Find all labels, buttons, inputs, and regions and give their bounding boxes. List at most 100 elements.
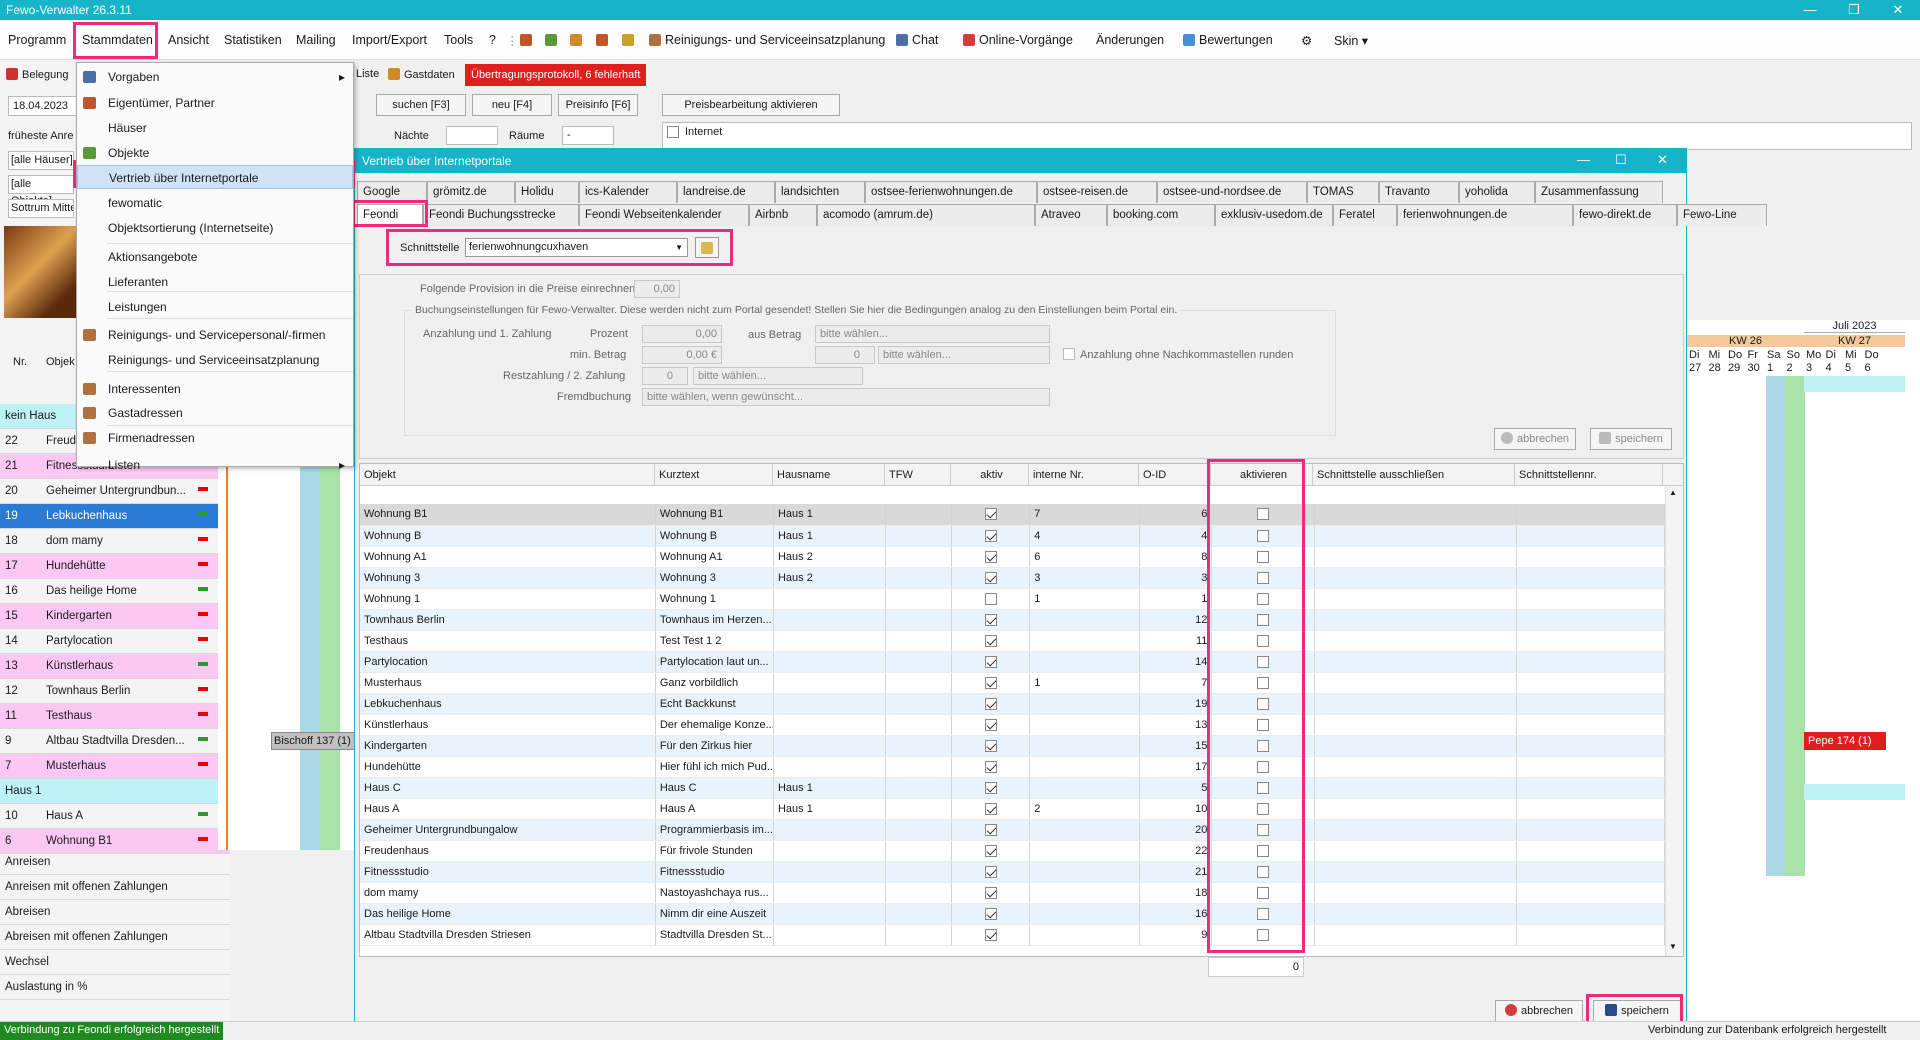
date-field[interactable]: 18.04.2023 (8, 96, 78, 116)
cell-aktiv[interactable] (951, 630, 1031, 652)
menu-item-leistungen[interactable]: Leistungen (77, 295, 353, 319)
tab-feondi-webseitenkalender[interactable]: Feondi Webseitenkalender (579, 204, 749, 226)
object-row[interactable]: 7 Musterhaus (0, 754, 230, 779)
dialog-maximize-icon[interactable]: ☐ (1615, 152, 1627, 168)
menu-item-vorgaben[interactable]: Vorgaben ▸ (77, 65, 353, 89)
menu-help[interactable]: ? (489, 33, 496, 47)
object-row[interactable]: 15 Kindergarten (0, 604, 230, 629)
provision-input[interactable]: 0,00 (634, 280, 680, 298)
objekte-filter[interactable]: [alle Objekte] (8, 175, 74, 207)
grid-row[interactable]: Geheimer Untergrundbungalow Programmierba… (360, 819, 1666, 841)
location-filter[interactable]: Sottrum Mitte (8, 199, 74, 218)
menu-statistiken[interactable]: Statistiken (224, 33, 282, 47)
tab-landreise-de[interactable]: landreise.de (677, 181, 775, 203)
haeuser-filter[interactable]: [alle Häuser] (8, 151, 74, 170)
dialog-close-icon[interactable]: ✕ (1657, 152, 1668, 168)
grid-row[interactable]: Künstlerhaus Der ehemalige Konze... 13 (360, 714, 1666, 736)
menu-tools[interactable]: Tools (444, 33, 473, 47)
cell-aktiv[interactable] (951, 882, 1031, 904)
object-row[interactable]: 17 Hundehütte (0, 554, 230, 579)
cell-aktiv[interactable] (951, 735, 1031, 757)
tab-landsichten[interactable]: landsichten (775, 181, 865, 203)
menu-skin[interactable]: Skin ▾ (1334, 33, 1368, 48)
cell-aktiv[interactable] (951, 546, 1031, 568)
menu-aenderungen[interactable]: Änderungen (1096, 33, 1164, 47)
aktiv-checkbox[interactable] (984, 697, 997, 710)
aktiv-checkbox[interactable] (984, 592, 997, 605)
cell-aktiv[interactable] (951, 504, 1031, 526)
menu-bewertungen[interactable]: Bewertungen (1183, 33, 1273, 47)
tab-exklusiv-usedom-de[interactable]: exklusiv-usedom.de (1215, 204, 1333, 226)
grid-row[interactable]: Haus A Haus A Haus 1 2 10 (360, 798, 1666, 820)
ohne-nk-checkbox[interactable] (1063, 348, 1075, 360)
settings-abbrechen-button[interactable]: abbrechen (1494, 428, 1576, 450)
internet-checkbox[interactable] (667, 126, 679, 138)
menu-item-reinigungs-und-serviceeinsatzplanung[interactable]: Reinigungs- und Serviceeinsatzplanung (77, 348, 353, 372)
tab-tomas[interactable]: TOMAS (1307, 181, 1379, 203)
cell-aktiv[interactable] (951, 777, 1031, 799)
menu-item-objektsortierung-internetseite-[interactable]: Objektsortierung (Internetseite) (77, 216, 353, 240)
prozent-input[interactable]: 0,00 (642, 325, 722, 343)
pepe-booking[interactable]: Pepe 174 (1) (1804, 732, 1886, 750)
grid-row[interactable]: Wohnung 3 Wohnung 3 Haus 233 (360, 567, 1666, 589)
tab-travanto[interactable]: Travanto (1379, 181, 1459, 203)
col-schnittstelle-ausschlie-en[interactable]: Schnittstelle ausschließen (1313, 464, 1515, 486)
object-row[interactable]: 20 Geheimer Untergrundbun... (0, 479, 230, 504)
grid-row[interactable]: Altbau Stadtvilla Dresden Striesen Stadtv… (360, 924, 1666, 946)
preisinfo-button[interactable]: Preisinfo [F6] (558, 94, 638, 116)
cell-aktiv[interactable] (951, 714, 1031, 736)
tab-gr-mitz-de[interactable]: grömitz.de (427, 181, 515, 203)
menu-online-vorgaenge[interactable]: Online-Vorgänge (963, 33, 1073, 47)
menu-item-gastadressen[interactable]: Gastadressen (77, 401, 353, 425)
person-icon[interactable] (570, 34, 582, 46)
cell-aktiv[interactable] (951, 672, 1031, 694)
object-row[interactable]: 10 Haus A (0, 804, 230, 829)
preisbearbeitung-button[interactable]: Preisbearbeitung aktivieren (662, 94, 840, 116)
cell-aktiv[interactable] (951, 588, 1031, 610)
object-row[interactable]: Haus 1 (0, 779, 230, 804)
tab-ostsee-und-nordsee-de[interactable]: ostsee-und-nordsee.de (1157, 181, 1307, 203)
tab-acomodo-amrum-de-[interactable]: acomodo (amrum.de) (817, 204, 1035, 226)
cell-aktiv[interactable] (951, 609, 1031, 631)
aktiv-checkbox[interactable] (984, 739, 997, 752)
grid-row[interactable]: dom mamy Nastoyashchaya rus... 18 (360, 882, 1666, 904)
object-row[interactable]: 9 Altbau Stadtvilla Dresden... (0, 729, 230, 754)
object-row[interactable]: 16 Das heilige Home (0, 579, 230, 604)
cell-aktiv[interactable] (951, 903, 1031, 925)
grid-row[interactable]: Partylocation Partylocation laut un... 14 (360, 651, 1666, 673)
aktiv-checkbox[interactable] (984, 718, 997, 731)
menu-reinigung[interactable]: Reinigungs- und Serviceeinsatzplanung (649, 33, 885, 47)
grid-row[interactable]: Haus C Haus C Haus 15 (360, 777, 1666, 799)
aktiv-checkbox[interactable] (984, 613, 997, 626)
menu-item-fewomatic[interactable]: fewomatic (77, 191, 353, 215)
aktiv-checkbox[interactable] (984, 844, 997, 857)
minimize-icon[interactable]: — (1788, 0, 1832, 20)
menu-chat[interactable]: Chat (896, 33, 938, 47)
menu-import-export[interactable]: Import/Export (352, 33, 427, 47)
scroll-down-icon[interactable]: ▼ (1669, 942, 1677, 951)
cell-aktiv[interactable] (951, 861, 1031, 883)
guest-icon[interactable] (520, 34, 532, 46)
rest-days-stepper[interactable]: 0 (642, 367, 688, 385)
aktiv-checkbox[interactable] (984, 928, 997, 941)
belegung-tab[interactable]: Belegung (6, 68, 69, 81)
tab-ferienwohnungen-de[interactable]: ferienwohnungen.de (1397, 204, 1573, 226)
col-tfw[interactable]: TFW (885, 464, 951, 486)
tab-holidu[interactable]: Holidu (515, 181, 579, 203)
dialog-minimize-icon[interactable]: — (1577, 152, 1590, 167)
tab-ostsee-reisen-de[interactable]: ostsee-reisen.de (1037, 181, 1157, 203)
grid-row[interactable]: Wohnung B Wohnung B Haus 144 (360, 525, 1666, 547)
abbrechen-button[interactable]: abbrechen (1495, 1000, 1583, 1022)
grid-row[interactable]: Fitnessstudio Fitnessstudio 21 (360, 861, 1666, 883)
menu-item-firmenadressen[interactable]: Firmenadressen (77, 426, 353, 450)
col-schnittstellennr-[interactable]: Schnittstellennr. (1515, 464, 1663, 486)
notepad-icon[interactable] (622, 34, 634, 46)
grid-row[interactable]: Townhaus Berlin Townhaus im Herzen... 12 (360, 609, 1666, 631)
tab-feondi-buchungsstrecke[interactable]: Feondi Buchungsstrecke (423, 204, 579, 226)
aktiv-checkbox[interactable] (984, 571, 997, 584)
grid-row[interactable]: Freudenhaus Für frivole Stunden 22 (360, 840, 1666, 862)
object-row[interactable]: 14 Partylocation (0, 629, 230, 654)
cell-aktiv[interactable] (951, 525, 1031, 547)
grid-row[interactable]: Lebkuchenhaus Echt Backkunst 19 (360, 693, 1666, 715)
tab-gastdaten[interactable]: Gastdaten (388, 68, 455, 81)
